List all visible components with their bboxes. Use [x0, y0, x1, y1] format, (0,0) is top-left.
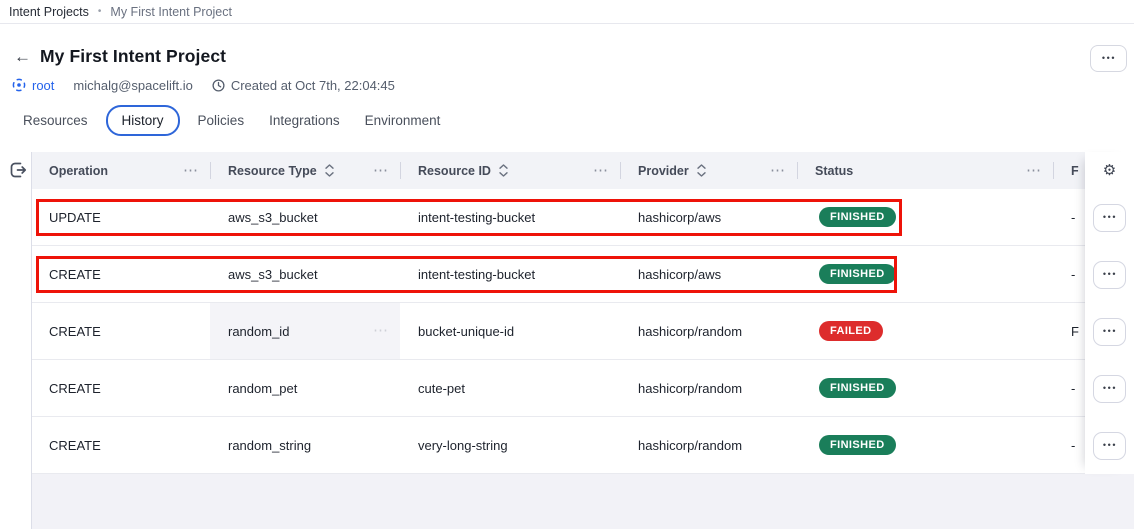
breadcrumb-item-intent-projects[interactable]: Intent Projects: [9, 5, 89, 19]
cell-extra: -: [1053, 417, 1085, 473]
sort-icon[interactable]: [697, 164, 706, 177]
tab-bar: Resources History Policies Integrations …: [23, 103, 440, 137]
cell-status: FINISHED: [797, 360, 1053, 416]
row-actions-button[interactable]: •••: [1093, 261, 1126, 289]
cell-resource-id: intent-testing-bucket: [400, 189, 620, 245]
project-meta: root michalg@spacelift.io Created at Oct…: [12, 76, 395, 94]
status-badge: FINISHED: [819, 207, 896, 228]
column-label: Status: [815, 164, 853, 178]
user-email: michalg@spacelift.io: [73, 78, 192, 93]
table-row[interactable]: CREATE aws_s3_bucket intent-testing-buck…: [32, 246, 1085, 303]
cell-extra: -: [1053, 189, 1085, 245]
cell-resource-type: random_pet: [210, 360, 400, 416]
breadcrumb-separator: •: [98, 6, 102, 17]
column-label: Operation: [49, 164, 108, 178]
created-item: Created at Oct 7th, 22:04:45: [212, 78, 395, 93]
sort-icon[interactable]: [499, 164, 508, 177]
space-target-icon: [12, 78, 26, 92]
cell-resource-type: random_string: [210, 417, 400, 473]
space-link[interactable]: root: [32, 78, 54, 93]
cell-provider: hashicorp/random: [620, 360, 797, 416]
cell-resource-type: aws_s3_bucket: [210, 189, 400, 245]
back-icon[interactable]: ←: [14, 47, 31, 67]
row-actions-button[interactable]: •••: [1093, 375, 1126, 403]
gear-icon[interactable]: ⚙: [1103, 163, 1116, 178]
column-header-provider[interactable]: Provider ⋯: [620, 152, 797, 189]
project-actions-button[interactable]: •••: [1090, 45, 1127, 72]
column-header-status[interactable]: Status ⋯: [797, 152, 1053, 189]
pinned-actions-column: ⚙ ••• ••• ••• ••• •••: [1085, 152, 1134, 474]
column-header-operation[interactable]: Operation ⋯: [32, 152, 210, 189]
cell-operation: CREATE: [32, 360, 210, 416]
ellipsis-icon: •••: [1102, 213, 1117, 222]
cell-operation: CREATE: [32, 303, 210, 359]
ellipsis-icon: •••: [1102, 270, 1117, 279]
cell-provider: hashicorp/random: [620, 417, 797, 473]
cell-operation: CREATE: [32, 417, 210, 473]
tab-history[interactable]: History: [106, 105, 180, 136]
ellipsis-icon: •••: [1102, 384, 1117, 393]
table-row[interactable]: UPDATE aws_s3_bucket intent-testing-buck…: [32, 189, 1085, 246]
tab-integrations[interactable]: Integrations: [269, 113, 340, 128]
ellipsis-icon: •••: [1102, 441, 1117, 450]
cell-extra: F: [1053, 303, 1085, 359]
table-row[interactable]: CREATE random_pet cute-pet hashicorp/ran…: [32, 360, 1085, 417]
column-label: Provider: [638, 164, 689, 178]
column-header-partial[interactable]: F: [1053, 152, 1085, 189]
cell-provider: hashicorp/aws: [620, 246, 797, 302]
table-row[interactable]: CREATE random_string very-long-string ha…: [32, 417, 1085, 474]
table-row[interactable]: CREATE random_id ⋯ bucket-unique-id hash…: [32, 303, 1085, 360]
table-body: UPDATE aws_s3_bucket intent-testing-buck…: [32, 189, 1085, 474]
expand-panel-icon[interactable]: [8, 160, 28, 180]
column-label: Resource ID: [418, 164, 491, 178]
cell-status: FINISHED: [797, 189, 1053, 245]
column-label: Resource Type: [228, 164, 317, 178]
cell-status: FAILED: [797, 303, 1053, 359]
cell-resource-id: cute-pet: [400, 360, 620, 416]
table-settings: ⚙: [1085, 152, 1134, 189]
status-badge: FAILED: [819, 321, 883, 342]
clock-icon: [212, 79, 225, 92]
created-at-text: Created at Oct 7th, 22:04:45: [231, 78, 395, 93]
tab-policies[interactable]: Policies: [198, 113, 245, 128]
cell-resource-type: aws_s3_bucket: [210, 246, 400, 302]
cell-status: FINISHED: [797, 246, 1053, 302]
ellipsis-icon: •••: [1101, 54, 1116, 63]
column-header-resource-id[interactable]: Resource ID ⋯: [400, 152, 620, 189]
cell-provider: hashicorp/aws: [620, 189, 797, 245]
status-badge: FINISHED: [819, 435, 896, 456]
cell-extra: -: [1053, 360, 1085, 416]
cell-status: FINISHED: [797, 417, 1053, 473]
ellipsis-icon: •••: [1102, 327, 1117, 336]
row-actions-button[interactable]: •••: [1093, 318, 1126, 346]
cell-operation: CREATE: [32, 246, 210, 302]
tab-resources[interactable]: Resources: [23, 113, 88, 128]
cell-resource-type[interactable]: random_id ⋯: [210, 303, 400, 359]
cell-resource-id: very-long-string: [400, 417, 620, 473]
sort-icon[interactable]: [325, 164, 334, 177]
breadcrumb: Intent Projects • My First Intent Projec…: [0, 0, 1134, 24]
column-label: F: [1071, 164, 1079, 178]
row-actions-button[interactable]: •••: [1093, 432, 1126, 460]
cell-text: random_id: [228, 324, 289, 339]
table-header: Operation ⋯ Resource Type ⋯ Resource ID …: [32, 152, 1085, 189]
table-footer-area: [32, 474, 1134, 529]
tab-environment[interactable]: Environment: [365, 113, 441, 128]
cell-resource-id: intent-testing-bucket: [400, 246, 620, 302]
status-badge: FINISHED: [819, 264, 896, 285]
space-item: root: [12, 78, 54, 93]
cell-operation: UPDATE: [32, 189, 210, 245]
row-actions-button[interactable]: •••: [1093, 204, 1126, 232]
column-header-resource-type[interactable]: Resource Type ⋯: [210, 152, 400, 189]
status-badge: FINISHED: [819, 378, 896, 399]
breadcrumb-item-current[interactable]: My First Intent Project: [110, 5, 232, 19]
cell-provider: hashicorp/random: [620, 303, 797, 359]
page-title: My First Intent Project: [40, 46, 226, 67]
cell-extra: -: [1053, 246, 1085, 302]
cell-resource-id: bucket-unique-id: [400, 303, 620, 359]
